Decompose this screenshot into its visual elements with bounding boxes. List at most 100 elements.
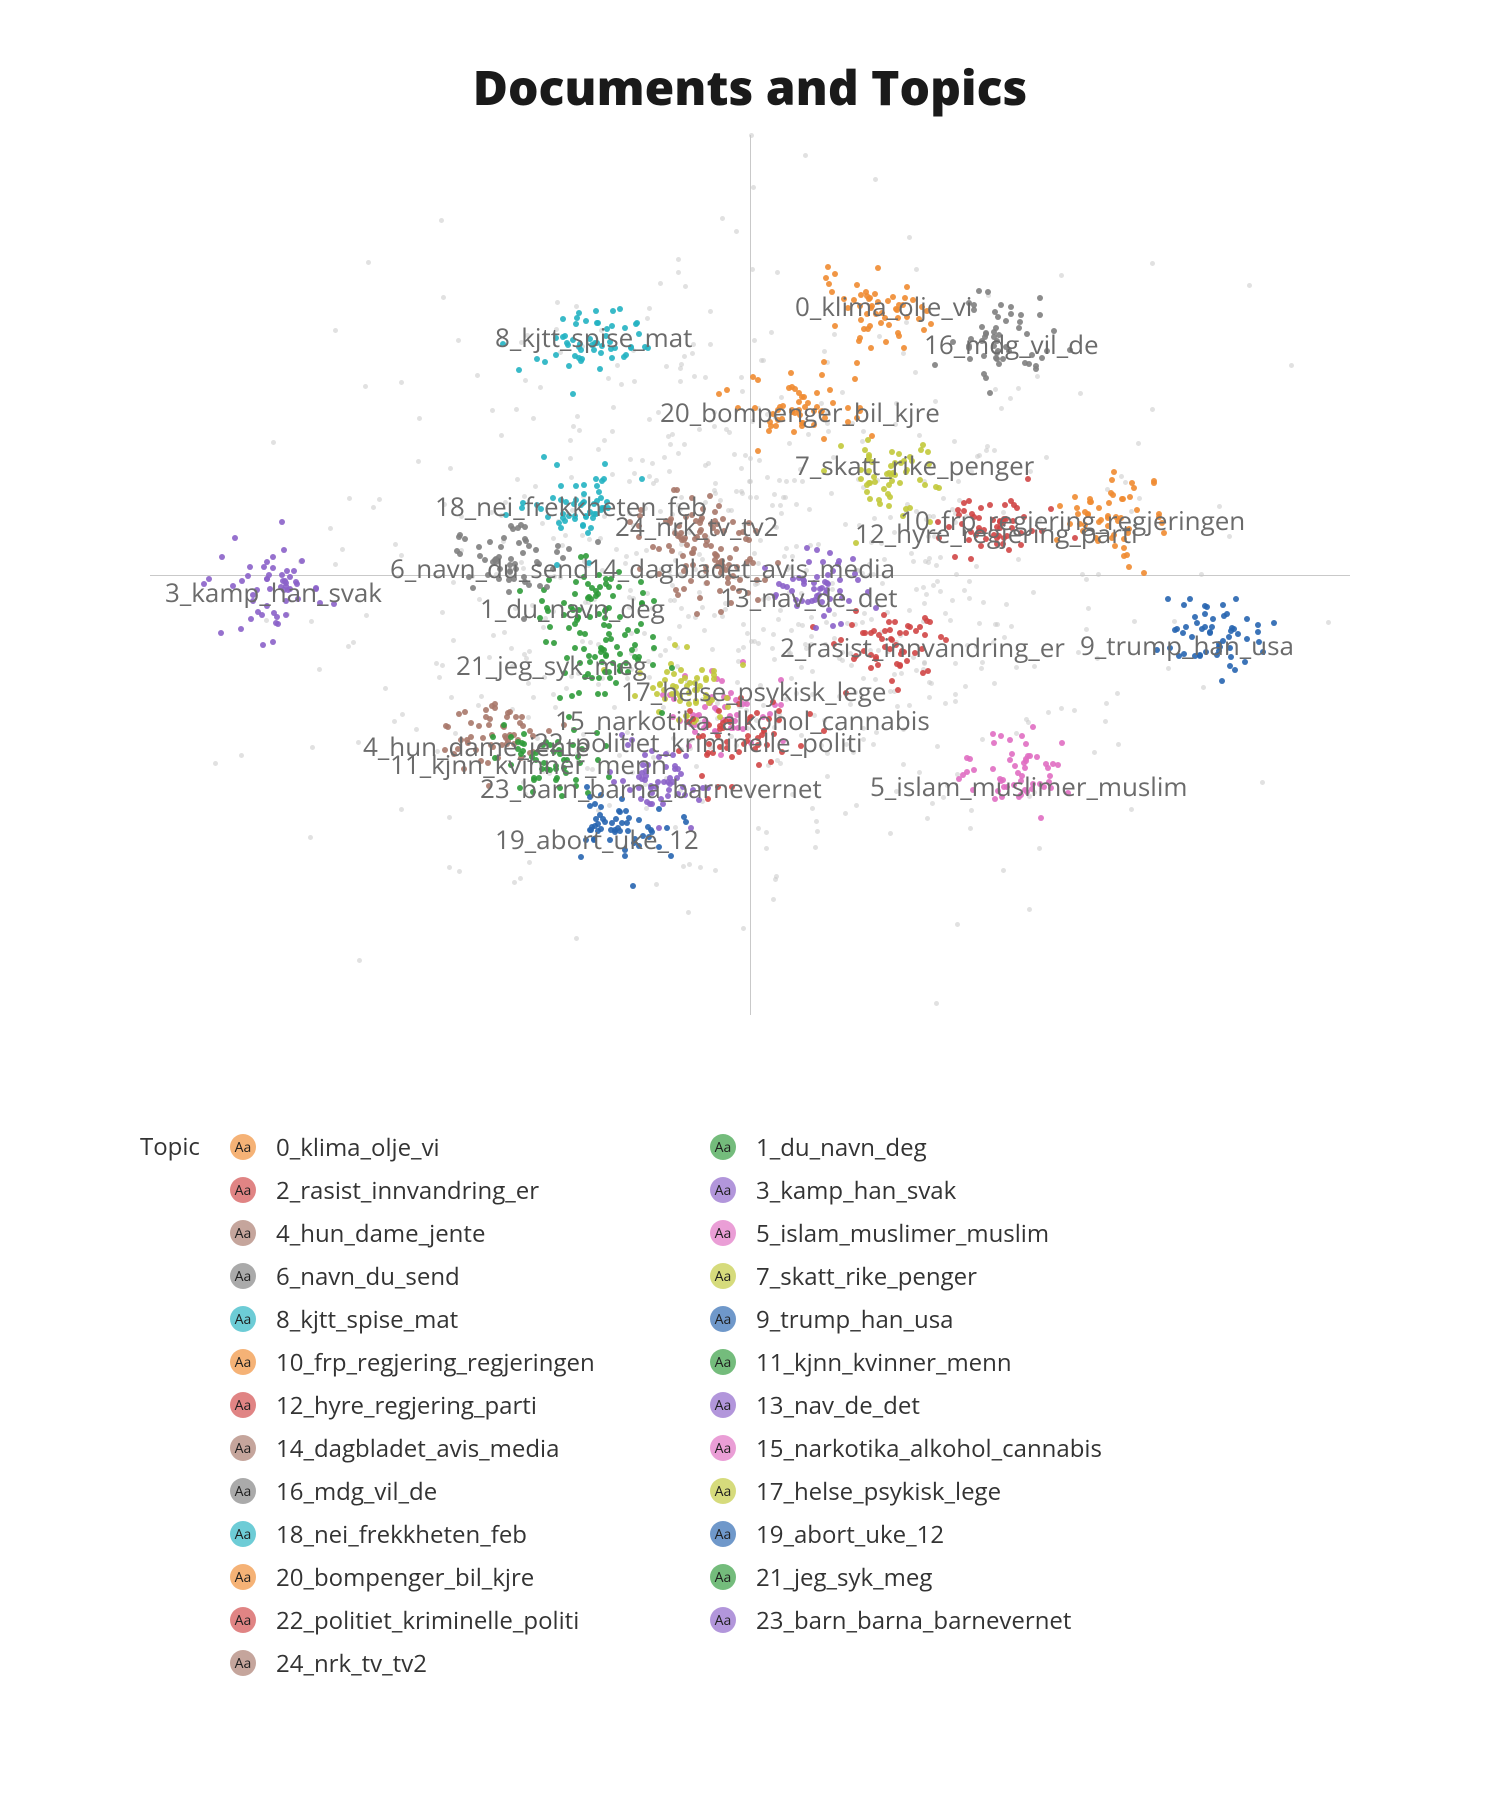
legend-item[interactable]: Aa21_jeg_syk_meg xyxy=(710,1560,1190,1594)
topic-point xyxy=(970,787,976,793)
noise-point xyxy=(692,374,697,379)
topic-point xyxy=(546,577,552,583)
topic-point xyxy=(867,323,873,329)
topic-point xyxy=(483,707,489,713)
legend-item[interactable]: Aa14_dagbladet_avis_media xyxy=(230,1431,710,1465)
noise-point xyxy=(1092,750,1097,755)
legend-item[interactable]: Aa11_kjnn_kvinner_menn xyxy=(710,1345,1190,1379)
topic-point xyxy=(860,630,866,636)
noise-point xyxy=(938,589,943,594)
legend-item[interactable]: Aa22_politiet_kriminelle_politi xyxy=(230,1603,710,1637)
legend-item[interactable]: Aa6_navn_du_send xyxy=(230,1259,710,1293)
scatter-plot[interactable]: 0_klima_olje_vi1_du_navn_deg2_rasist_inn… xyxy=(150,135,1350,1015)
legend-item[interactable]: Aa5_islam_muslimer_muslim xyxy=(710,1216,1190,1250)
topic-point xyxy=(1227,645,1233,651)
legend-item[interactable]: Aa1_du_navn_deg xyxy=(710,1130,1190,1164)
noise-point xyxy=(735,680,740,685)
legend-item[interactable]: Aa7_skatt_rike_penger xyxy=(710,1259,1190,1293)
topic-point xyxy=(1202,611,1208,617)
topic-point xyxy=(887,494,893,500)
topic-point xyxy=(1029,352,1035,358)
legend-item[interactable]: Aa12_hyre_regjering_parti xyxy=(230,1388,710,1422)
legend-swatch: Aa xyxy=(710,1435,736,1461)
topic-point xyxy=(976,515,982,521)
legend-item[interactable]: Aa0_klima_olje_vi xyxy=(230,1130,710,1164)
legend-item[interactable]: Aa23_barn_barna_barnevernet xyxy=(710,1603,1190,1637)
legend-item[interactable]: Aa3_kamp_han_svak xyxy=(710,1173,1190,1207)
topic-point xyxy=(661,687,667,693)
topic-point xyxy=(456,711,462,717)
legend-item[interactable]: Aa16_mdg_vil_de xyxy=(230,1474,710,1508)
topic-point xyxy=(520,723,526,729)
topic-point xyxy=(983,331,989,337)
legend-label: 17_helse_psykisk_lege xyxy=(756,1475,1001,1508)
legend-item[interactable]: Aa10_frp_regjering_regjeringen xyxy=(230,1345,710,1379)
topic-point xyxy=(610,593,616,599)
topic-point xyxy=(640,833,646,839)
topic-point xyxy=(622,853,628,859)
legend-item[interactable]: Aa19_abort_uke_12 xyxy=(710,1517,1190,1551)
topic-point xyxy=(561,722,567,728)
noise-point xyxy=(602,514,607,519)
topic-point xyxy=(1172,627,1178,633)
topic-point xyxy=(206,576,212,582)
topic-point xyxy=(1021,514,1027,520)
noise-point xyxy=(489,510,494,515)
legend-item[interactable]: Aa9_trump_han_usa xyxy=(710,1302,1190,1336)
noise-point xyxy=(724,427,729,432)
legend-item[interactable]: Aa2_rasist_innvandring_er xyxy=(230,1173,710,1207)
topic-point xyxy=(468,720,474,726)
topic-point xyxy=(878,320,884,326)
topic-point xyxy=(771,731,777,737)
topic-point xyxy=(601,476,607,482)
legend-item[interactable]: Aa13_nav_de_det xyxy=(710,1388,1190,1422)
topic-point xyxy=(640,762,646,768)
legend-item[interactable]: Aa20_bompenger_bil_kjre xyxy=(230,1560,710,1594)
noise-point xyxy=(647,474,652,479)
topic-point xyxy=(285,587,291,593)
noise-point xyxy=(926,560,931,565)
legend-item[interactable]: Aa18_nei_frekkheten_feb xyxy=(230,1517,710,1551)
noise-point xyxy=(1103,719,1108,724)
legend: Topic Aa0_klima_olje_viAa2_rasist_innvan… xyxy=(140,1130,1340,1680)
topic-point xyxy=(753,528,759,534)
topic-point xyxy=(760,714,766,720)
topic-point xyxy=(638,621,644,627)
legend-item[interactable]: Aa 15_narkotika_alkohol_cannabis xyxy=(710,1431,1190,1465)
noise-point xyxy=(447,815,452,820)
topic-point xyxy=(1051,328,1057,334)
topic-point xyxy=(270,565,276,571)
topic-point xyxy=(1105,523,1111,529)
topic-point xyxy=(617,828,623,834)
noise-point xyxy=(901,351,906,356)
legend-swatch: Aa xyxy=(710,1306,736,1332)
topic-point xyxy=(855,577,861,583)
topic-point xyxy=(994,541,1000,547)
noise-point xyxy=(708,309,713,314)
topic-point xyxy=(595,757,601,763)
topic-point xyxy=(677,698,683,704)
topic-point xyxy=(983,536,989,542)
noise-point xyxy=(599,328,604,333)
noise-point xyxy=(741,645,746,650)
legend-label: 15_narkotika_alkohol_cannabis xyxy=(756,1432,1102,1465)
topic-point xyxy=(762,577,768,583)
topic-point xyxy=(768,759,774,765)
noise-point xyxy=(840,390,845,395)
topic-point xyxy=(670,752,676,758)
noise-point xyxy=(935,744,940,749)
noise-point xyxy=(914,267,919,272)
topic-point xyxy=(572,591,578,597)
legend-item[interactable]: Aa8_kjtt_spise_mat xyxy=(230,1302,710,1336)
legend-item[interactable]: Aa17_helse_psykisk_lege xyxy=(710,1474,1190,1508)
noise-point xyxy=(895,704,900,709)
topic-point xyxy=(1151,480,1157,486)
noise-point xyxy=(843,522,848,527)
noise-point xyxy=(849,663,854,668)
topic-point xyxy=(991,740,997,746)
topic-point xyxy=(465,740,471,746)
noise-point xyxy=(809,615,814,620)
legend-item[interactable]: Aa24_nrk_tv_tv2 xyxy=(230,1646,710,1680)
noise-point xyxy=(756,561,761,566)
legend-item[interactable]: Aa4_hun_dame_jente xyxy=(230,1216,710,1250)
